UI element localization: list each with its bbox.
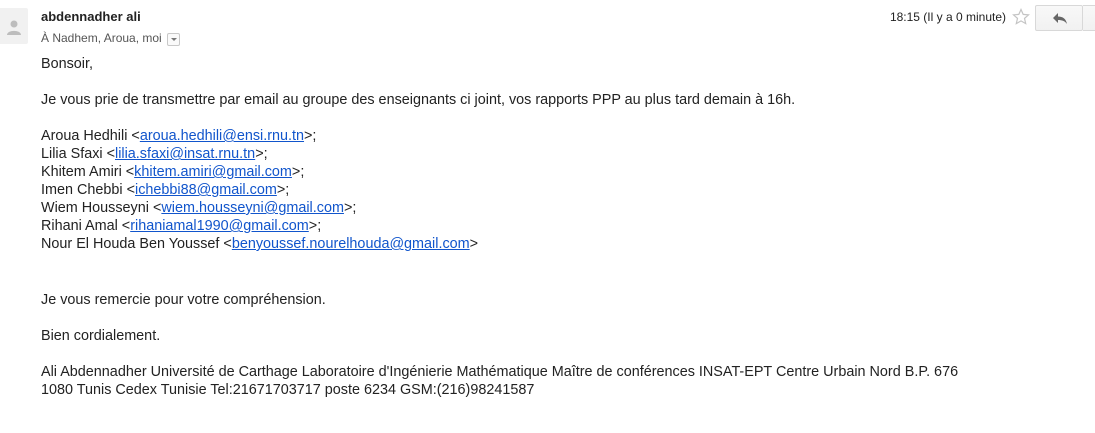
reply-arrow-icon [1053,13,1067,24]
greeting-text: Bonsoir, [41,56,93,72]
contact-name: Aroua Hedhili [41,128,128,144]
email-link[interactable]: benyoussef.nourelhouda@gmail.com [232,236,470,252]
message-timestamp: 18:15 (Il y a 0 minute) [889,10,1006,24]
contact-suffix: > [469,236,479,252]
contact-line: Imen Chebbi <ichebbi88@gmail.com>; [41,182,290,198]
signature: Ali Abdennadher Université de Carthage L… [41,363,1081,399]
email-link[interactable]: rihaniamal1990@gmail.com [130,218,309,234]
contact-suffix: >; [308,218,322,234]
contact-name: Khitem Amiri [41,164,122,180]
contact-suffix: >; [343,200,357,216]
contact-suffix: >; [276,182,290,198]
contact-name: Wiem Housseyni [41,200,149,216]
email-link[interactable]: wiem.housseyni@gmail.com [161,200,344,216]
contact-name: Nour El Houda Ben Youssef [41,236,220,252]
email-link[interactable]: lilia.sfaxi@insat.rnu.tn [115,146,255,162]
sender-avatar [0,8,28,44]
sender-name[interactable]: abdennadher ali [41,9,141,24]
recipients-line: À Nadhem, Aroua, moi [41,31,180,46]
show-details-toggle[interactable] [166,32,180,46]
thanks-text: Je vous remercie pour votre compréhensio… [41,292,326,308]
contact-suffix: >; [255,146,268,162]
message-body: Bonsoir, Je vous prie de transmettre par… [41,55,1081,399]
closing-text: Bien cordialement. [41,328,161,344]
email-link[interactable]: khitem.amiri@gmail.com [134,164,292,180]
contact-line: Aroua Hedhili <aroua.hedhili@ensi.rnu.tn… [41,128,317,144]
contact-line: Khitem Amiri <khitem.amiri@gmail.com>; [41,164,305,180]
contact-line: Wiem Housseyni <wiem.housseyni@gmail.com… [41,200,357,216]
contact-line: Lilia Sfaxi <lilia.sfaxi@insat.rnu.tn>; [41,146,268,162]
contact-name: Imen Chebbi [41,182,123,198]
recipients-text: À Nadhem, Aroua, moi [41,31,162,45]
signature-line: Ali Abdennadher Université de Carthage L… [41,364,959,380]
contact-suffix: >; [291,164,305,180]
email-link[interactable]: ichebbi88@gmail.com [135,182,277,198]
reply-button[interactable] [1035,5,1083,31]
contact-name: Lilia Sfaxi [41,146,103,162]
contact-list: Aroua Hedhili <aroua.hedhili@ensi.rnu.tn… [41,127,1081,253]
more-actions-button[interactable] [1083,5,1095,31]
star-outline-icon[interactable] [1012,8,1030,26]
signature-line: 1080 Tunis Cedex Tunisie Tel:21671703717… [41,382,535,398]
contact-suffix: >; [304,128,317,144]
contact-line: Rihani Amal <rihaniamal1990@gmail.com>; [41,218,322,234]
person-icon [7,20,21,35]
email-link[interactable]: aroua.hedhili@ensi.rnu.tn [140,128,304,144]
contact-line: Nour El Houda Ben Youssef <benyoussef.no… [41,236,479,252]
request-text: Je vous prie de transmettre par email au… [41,92,796,108]
contact-name: Rihani Amal [41,218,118,234]
